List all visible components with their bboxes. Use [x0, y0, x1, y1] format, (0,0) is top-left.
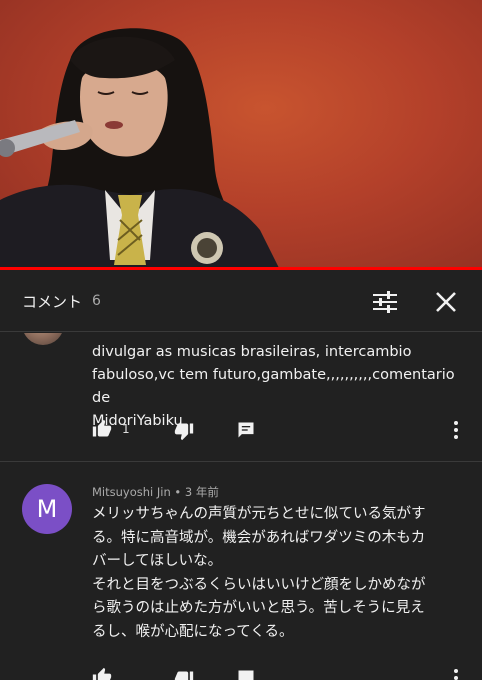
like-count: 1 — [122, 422, 130, 436]
comment-text-line: る。特に高音域が。機会があればワダツミの木もカ — [92, 529, 426, 546]
thumbs-down-icon[interactable] — [174, 669, 194, 680]
meta-separator: • — [174, 485, 182, 499]
thumbs-up-icon[interactable] — [92, 419, 112, 439]
comments-list[interactable]: divulgar as musicas brasileiras, interca… — [0, 333, 482, 680]
divider — [0, 461, 482, 462]
close-icon[interactable] — [434, 290, 458, 314]
thumbs-down-icon[interactable] — [174, 421, 194, 441]
more-options-icon[interactable] — [452, 668, 460, 680]
comment-text-line: バーしてほしいな。 — [92, 553, 223, 569]
comments-title: コメント — [22, 293, 83, 311]
comment-time: 3 年前 — [184, 485, 219, 499]
comment-text: メリッサちゃんの声質が元ちとせに似ている気がす る。特に高音域が。機会があればワ… — [92, 503, 467, 644]
reply-icon[interactable] — [236, 420, 256, 440]
comments-header: コメント 6 — [0, 272, 482, 332]
comment-actions: 1 — [92, 419, 472, 443]
video-player[interactable] — [0, 0, 482, 270]
avatar[interactable]: M — [22, 484, 72, 534]
avatar-letter: M — [36, 495, 58, 523]
video-frame — [0, 28, 280, 270]
comment-text-line: divulgar as musicas brasileiras, interca… — [92, 344, 412, 360]
comment-text-line: fabuloso,vc tem futuro,gambate,,,,,,,,,,… — [92, 367, 455, 406]
comment-text-line: ら歌うのは止めた方がいいと思う。苦しそうに見え — [92, 600, 425, 616]
comment-meta: Mitsuyoshi Jin • 3 年前 — [92, 484, 219, 500]
comment-author[interactable]: Mitsuyoshi Jin — [92, 485, 171, 499]
sort-filter-icon[interactable] — [372, 290, 398, 314]
reply-icon[interactable] — [236, 668, 256, 680]
comment-text-line: それと目をつぶるくらいはいいけど顔をしかめなが — [92, 576, 426, 593]
comment-text-line: るし、喉が心配になってくる。 — [92, 623, 294, 640]
comment-text-line: メリッサちゃんの声質が元ちとせに似ている気がす — [92, 506, 426, 522]
avatar[interactable] — [22, 333, 64, 345]
comment-actions — [92, 667, 472, 680]
more-options-icon[interactable] — [452, 420, 460, 440]
thumbs-up-icon[interactable] — [92, 667, 112, 680]
progress-bar-fill[interactable] — [0, 267, 482, 270]
comments-count: 6 — [92, 293, 101, 309]
